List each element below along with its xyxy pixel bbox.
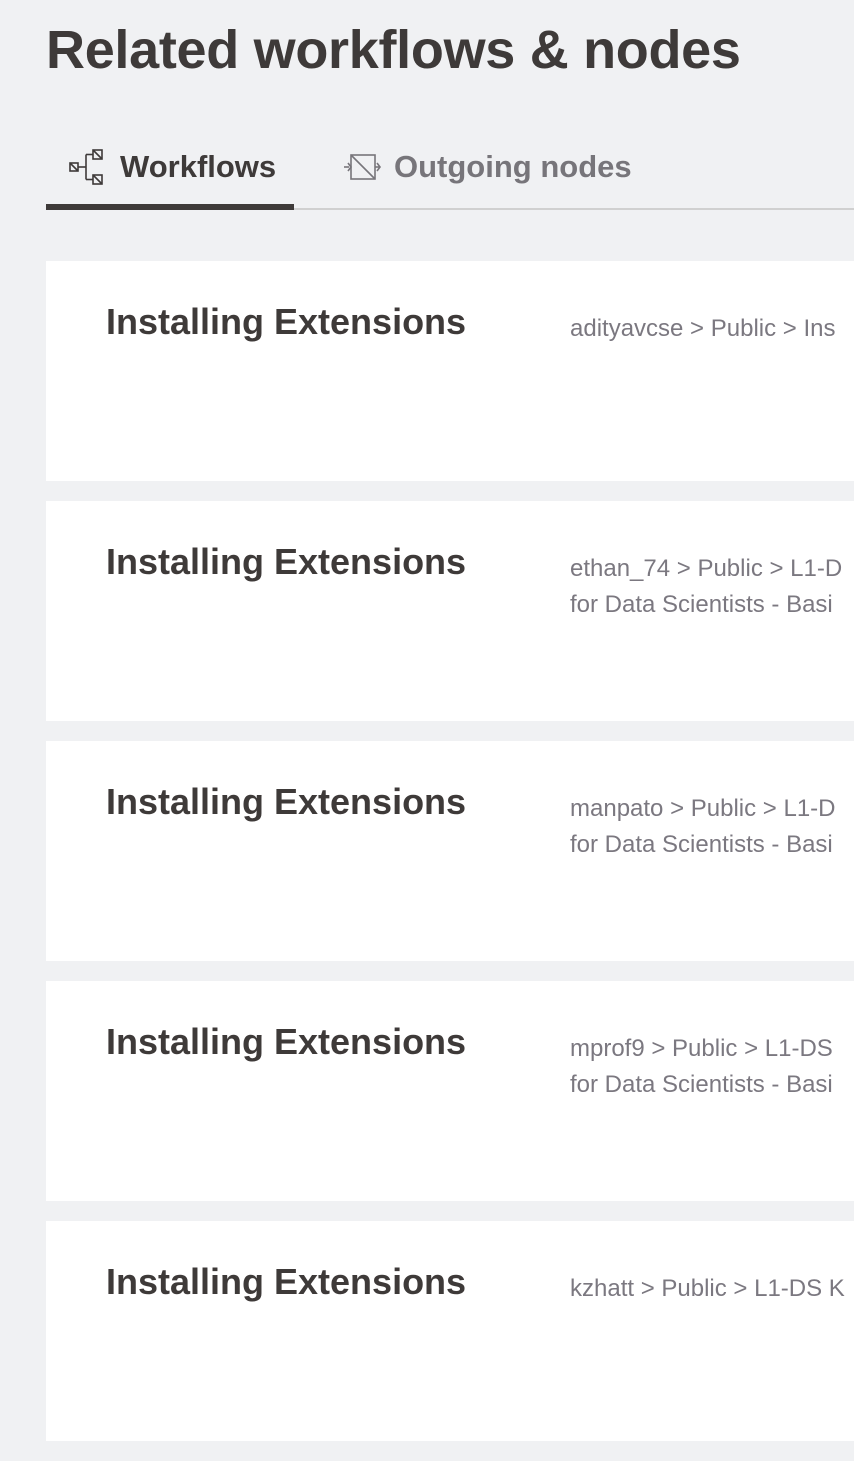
tab-outgoing-nodes-label: Outgoing nodes: [394, 149, 632, 184]
workflow-list: Installing Extensions adityavcse > Publi…: [46, 261, 854, 1461]
workflow-card[interactable]: Installing Extensions mprof9 > Public > …: [46, 981, 854, 1201]
tab-workflows[interactable]: Workflows: [46, 126, 294, 210]
workflow-path: adityavcse > Public > Ins: [570, 315, 836, 342]
workflow-path: manpato > Public > L1-D for Data Scienti…: [570, 795, 836, 858]
workflow-title[interactable]: Installing Extensions: [106, 1261, 466, 1303]
workflow-title[interactable]: Installing Extensions: [106, 301, 466, 343]
tab-bar: Workflows Outgoing nodes: [46, 126, 854, 210]
workflow-title[interactable]: Installing Extensions: [106, 781, 466, 823]
workflow-card[interactable]: Installing Extensions adityavcse > Publi…: [46, 261, 854, 481]
page-title: Related workflows & nodes: [46, 20, 741, 80]
workflow-path: kzhatt > Public > L1-DS K: [570, 1275, 845, 1302]
workflow-card[interactable]: Installing Extensions manpato > Public >…: [46, 741, 854, 961]
tab-outgoing-nodes[interactable]: Outgoing nodes: [342, 126, 632, 208]
workflow-path: mprof9 > Public > L1-DS for Data Scienti…: [570, 1035, 833, 1098]
node-icon: [342, 147, 382, 187]
tab-workflows-label: Workflows: [120, 149, 277, 184]
workflow-title[interactable]: Installing Extensions: [106, 1021, 466, 1063]
workflow-card[interactable]: Installing Extensions kzhatt > Public > …: [46, 1221, 854, 1441]
workflow-path: ethan_74 > Public > L1-D for Data Scient…: [570, 555, 843, 618]
workflow-icon: [68, 147, 108, 187]
workflow-card[interactable]: Installing Extensions ethan_74 > Public …: [46, 501, 854, 721]
workflow-title[interactable]: Installing Extensions: [106, 541, 466, 583]
